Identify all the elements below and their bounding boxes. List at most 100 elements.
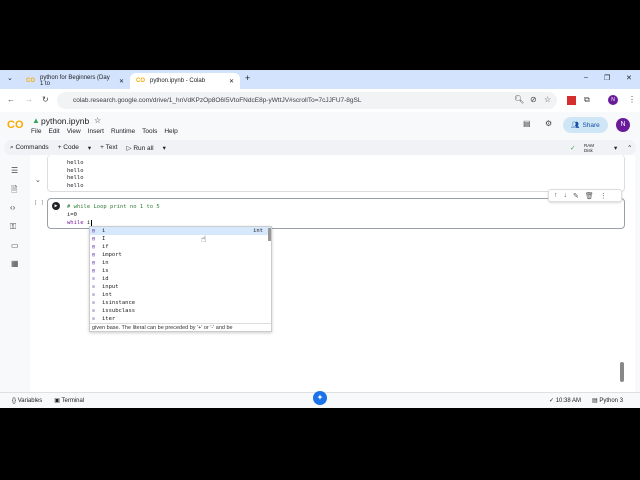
close-window-icon[interactable]: ✕ — [626, 74, 632, 82]
autocomplete-label: iter — [102, 316, 116, 322]
more-vert-icon[interactable]: ⋮ — [628, 95, 636, 104]
autocomplete-item[interactable]: ▤ in — [90, 259, 271, 267]
close-icon[interactable]: ✕ — [119, 78, 124, 85]
move-up-icon[interactable]: ↑ — [554, 192, 558, 199]
symbol-kind-icon: ▤ — [92, 252, 96, 258]
output-line: hello — [67, 182, 84, 189]
autocomplete-label: i — [102, 228, 106, 234]
autocomplete-item[interactable]: ⊙ issubclass — [90, 307, 271, 315]
commands-label: Commands — [15, 143, 49, 151]
files-folder-icon[interactable]: ▭ — [11, 241, 19, 250]
time-label: 10:38 AM — [555, 398, 582, 404]
menu-insert[interactable]: Insert — [88, 128, 104, 135]
execution-count: [ ] — [34, 200, 44, 206]
scrollbar[interactable] — [268, 228, 271, 241]
more-icon[interactable]: ⋮ — [600, 192, 607, 200]
forward-icon[interactable]: → — [25, 95, 33, 104]
settings-gear-icon[interactable]: ⚙ — [545, 119, 552, 128]
autocomplete-item[interactable]: ⊙ input — [90, 283, 271, 291]
connected-check-icon: ✓ — [570, 144, 576, 152]
kernel-label: Python 3 — [599, 398, 624, 404]
tab-search-icon[interactable]: ⌄ — [7, 74, 13, 82]
terminal-table-icon[interactable]: ▦ — [11, 259, 19, 268]
autocomplete-item[interactable]: ⊙ id — [90, 275, 271, 283]
menu-help[interactable]: Help — [164, 128, 177, 135]
runtime-dropdown-icon[interactable]: ▾ — [614, 144, 617, 152]
scrollbar[interactable] — [620, 362, 624, 382]
terminal-label: Terminal — [61, 398, 85, 404]
notebook-title[interactable]: python.ipynb — [41, 116, 89, 126]
tab-label: python for Beginners (Day 1 to — [40, 75, 110, 87]
collapse-icon[interactable]: ⌃ — [627, 144, 632, 152]
code-comment: # while Loop print no 1 to 5 — [67, 204, 160, 210]
symbol-kind-icon: ⊙ — [92, 300, 96, 306]
share-button[interactable]: 👥︎ Share — [563, 117, 608, 133]
autocomplete-label: in — [102, 260, 109, 266]
find-icon[interactable]: 🗎︎ — [11, 184, 17, 198]
menu-runtime[interactable]: Runtime — [111, 128, 135, 135]
tab-label: python.ipynb - Colab — [150, 78, 206, 84]
user-avatar[interactable]: N — [616, 118, 630, 132]
restore-icon[interactable]: ❐ — [604, 74, 610, 82]
autocomplete-item[interactable]: ▤ i int — [90, 227, 271, 235]
autocomplete-item[interactable]: ▤ if — [90, 243, 271, 251]
autocomplete-item[interactable]: ⊙ int — [90, 291, 271, 299]
autocomplete-label: is — [102, 268, 109, 274]
symbol-kind-icon: ⊙ — [92, 284, 96, 290]
code-snippets-icon[interactable]: ‹› — [10, 203, 15, 212]
terminal-button[interactable]: ▣ Terminal — [54, 397, 84, 404]
kernel-indicator[interactable]: ▤ Python 3 — [592, 397, 623, 404]
run-cell-icon[interactable]: ▶ — [52, 202, 60, 210]
autocomplete-item[interactable]: ⊙ iter — [90, 315, 271, 323]
autocomplete-item[interactable]: ⊙ isinstance — [90, 299, 271, 307]
collapse-output-icon[interactable]: ⌄ — [35, 176, 41, 184]
variables-button[interactable]: {} Variables — [12, 398, 42, 404]
star-icon[interactable]: ☆ — [94, 116, 101, 125]
profile-avatar[interactable]: N — [608, 95, 618, 105]
add-code-button[interactable]: + Code — [58, 144, 79, 151]
code-line: i=0 — [67, 212, 77, 218]
menu-edit[interactable]: Edit — [48, 128, 59, 135]
code-dropdown-icon[interactable]: ▾ — [88, 144, 91, 152]
gemini-sparkle-icon[interactable]: ✦ — [313, 391, 327, 405]
back-icon[interactable]: ← — [7, 95, 15, 104]
menu-tools[interactable]: Tools — [142, 128, 157, 135]
commands-button[interactable]: ⌕ Commands — [10, 144, 49, 152]
extensions-puzzle-icon[interactable]: ⧉ — [584, 95, 590, 105]
url-input[interactable]: colab.research.google.com/drive/1_hnVdKP… — [57, 92, 557, 109]
star-icon[interactable]: ☆ — [544, 95, 551, 104]
table-of-contents-icon[interactable]: ☰ — [11, 166, 18, 175]
extension-icon[interactable] — [567, 96, 576, 105]
move-down-icon[interactable]: ↓ — [564, 192, 568, 199]
symbol-kind-icon: ▤ — [92, 228, 96, 234]
close-icon[interactable]: ✕ — [229, 78, 234, 85]
secrets-key-icon[interactable]: ⚿ — [10, 222, 16, 232]
autocomplete-label: import — [102, 252, 122, 258]
menu-file[interactable]: File — [31, 128, 41, 135]
autocomplete-item[interactable]: ▤ import — [90, 251, 271, 259]
code-cell[interactable]: ▶ # while Loop print no 1 to 5 i=0 while… — [47, 198, 625, 229]
autocomplete-item[interactable]: ▤ is — [90, 267, 271, 275]
menu-view[interactable]: View — [67, 128, 81, 135]
left-sidebar: ☰ 🗎︎ ‹› ⚿ ▭ ▦ — [0, 157, 30, 392]
edit-icon[interactable]: ✎ — [573, 192, 579, 200]
tab-python-beginners[interactable]: CO python for Beginners (Day 1 to ✕ — [20, 73, 130, 89]
output-line: hello — [67, 167, 84, 174]
run-all-dropdown-icon[interactable]: ▾ — [163, 144, 166, 152]
tab-python-ipynb[interactable]: CO python.ipynb - Colab ✕ — [130, 73, 240, 89]
eye-off-icon[interactable]: ⊘ — [530, 95, 537, 104]
colab-logo: CO — [7, 119, 24, 131]
mouse-pointer-icon: ☝︎ — [201, 234, 207, 244]
minimize-icon[interactable]: – — [584, 74, 588, 81]
zoom-icon[interactable]: 🔍︎ — [514, 95, 524, 104]
autocomplete-item[interactable]: ▤ I — [90, 235, 271, 243]
delete-icon[interactable]: 🗑︎ — [585, 192, 594, 200]
add-text-button[interactable]: + Text — [100, 144, 117, 151]
disk-label: Disk — [584, 147, 593, 153]
autocomplete-popup: ▤ i int ▤ I ▤ if ▤ import ▤ in ▤ is ⊙ id ⊙ input ⊙ int ⊙ isi… — [89, 226, 272, 332]
run-all-button[interactable]: ▷ Run all — [127, 144, 154, 152]
comments-icon[interactable]: ▤ — [523, 119, 531, 128]
new-tab-icon[interactable]: + — [245, 73, 250, 83]
resources-indicator[interactable]: RAM Disk — [584, 143, 594, 153]
reload-icon[interactable]: ↻ — [42, 95, 49, 104]
